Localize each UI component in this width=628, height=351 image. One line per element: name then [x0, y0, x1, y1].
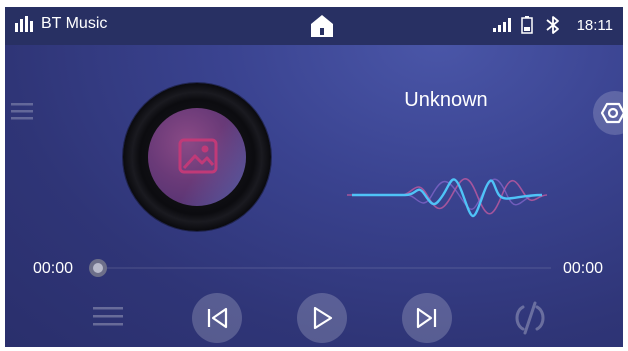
home-icon[interactable]: [309, 13, 335, 39]
status-icons: 18:11: [483, 15, 613, 35]
progress-knob[interactable]: [89, 259, 107, 277]
next-icon: [416, 307, 437, 329]
total-duration: 00:00: [563, 260, 604, 277]
app-title-area: BT Music: [15, 15, 107, 33]
status-bar: BT Music 18:11: [5, 7, 623, 45]
song-title: Unknown: [404, 89, 488, 111]
app-title: BT Music: [41, 15, 108, 32]
play-icon: [313, 306, 333, 330]
bt-music-screen: BT Music 18:11 Unknown 00:00 00:00: [5, 7, 623, 347]
image-placeholder-icon: [178, 138, 218, 174]
signal-icon: [492, 18, 511, 32]
next-button[interactable]: [402, 293, 452, 343]
menu-icon[interactable]: [11, 101, 35, 121]
shuffle-icon[interactable]: [511, 301, 549, 335]
previous-icon: [207, 307, 228, 329]
sound-settings-button[interactable]: [593, 91, 623, 135]
sound-wave-visualizer: [347, 178, 547, 218]
playlist-icon[interactable]: [91, 301, 125, 333]
bluetooth-icon: [545, 16, 559, 34]
album-art: [148, 108, 246, 206]
previous-button[interactable]: [192, 293, 242, 343]
equalizer-icon: [15, 16, 33, 32]
elapsed-time: 00:00: [33, 260, 74, 277]
progress-track[interactable]: [91, 267, 551, 269]
settings-icon: [601, 102, 623, 124]
play-button[interactable]: [297, 293, 347, 343]
battery-icon: [520, 16, 533, 34]
album-disc: [123, 83, 271, 231]
clock: 18:11: [576, 16, 613, 34]
